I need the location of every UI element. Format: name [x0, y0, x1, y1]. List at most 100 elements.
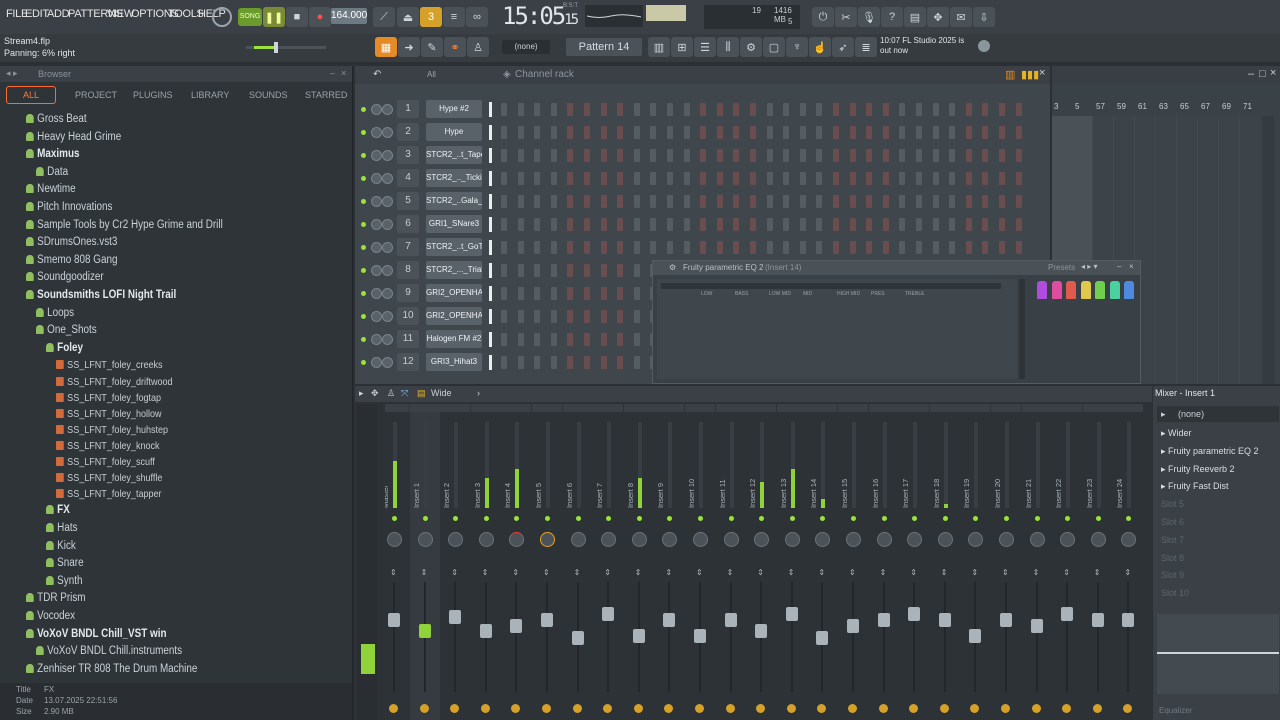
step-button[interactable] — [816, 241, 823, 254]
step-button[interactable] — [982, 241, 989, 254]
channel-number[interactable]: 5 — [397, 192, 419, 210]
step-button[interactable] — [882, 149, 889, 162]
step-button[interactable] — [816, 195, 823, 208]
step-button[interactable] — [633, 126, 640, 139]
strip-fader-track[interactable] — [1066, 582, 1069, 692]
mixer-strip[interactable]: Insert 7 ⇕ — [593, 404, 624, 720]
step-button[interactable] — [999, 218, 1005, 231]
step-button[interactable] — [882, 241, 889, 254]
channel-mute-led[interactable] — [361, 337, 366, 342]
step-button[interactable] — [849, 149, 856, 162]
step-button[interactable] — [999, 172, 1005, 185]
step-button[interactable] — [799, 195, 806, 208]
step-button[interactable] — [916, 218, 922, 231]
strip-pan-knob[interactable] — [509, 532, 525, 547]
browser-folder[interactable]: Pitch Innovations — [26, 201, 325, 218]
strip-fader-handle[interactable] — [1030, 619, 1043, 633]
channel-pan-knob[interactable] — [371, 242, 382, 253]
step-button[interactable] — [501, 103, 507, 116]
step-button[interactable] — [716, 126, 723, 139]
step-button[interactable] — [650, 241, 657, 254]
mixer-strip[interactable]: Insert 15 ⇕ — [838, 404, 868, 720]
stereo-icon[interactable]: ⇕ — [604, 568, 611, 577]
strip-send-knob[interactable] — [603, 704, 613, 713]
insert-input-select[interactable]: ▸ (none) — [1157, 406, 1279, 422]
eq-band-handle[interactable] — [1066, 281, 1076, 299]
strip-pan-knob[interactable] — [631, 532, 647, 547]
step-button[interactable] — [534, 264, 541, 277]
step-button[interactable] — [733, 126, 740, 139]
step-button[interactable] — [1015, 172, 1022, 185]
mixer-strip[interactable]: Insert 20 ⇕ — [991, 404, 1021, 720]
step-button[interactable] — [716, 195, 723, 208]
browser-folder[interactable]: Synth — [46, 575, 345, 592]
channel-name-button[interactable]: GRI2_OPENHAT2 — [426, 284, 482, 302]
channel-pan-knob[interactable] — [371, 196, 382, 207]
step-button[interactable] — [783, 195, 790, 208]
pattern-select[interactable]: (none) — [502, 40, 550, 54]
undo-icon[interactable]: ↶ — [373, 69, 381, 80]
step-button[interactable] — [866, 149, 873, 162]
strip-mute-led[interactable] — [667, 516, 673, 521]
step-button[interactable] — [949, 103, 956, 116]
effect-slot[interactable]: Slot 6 — [1161, 517, 1279, 533]
mixer-strip[interactable]: Insert 22 ⇕ — [1052, 404, 1083, 720]
strip-send-knob[interactable] — [909, 704, 919, 713]
browser-folder[interactable]: Maximus — [26, 148, 325, 165]
browser-folder[interactable]: Foley — [46, 342, 345, 359]
step-button[interactable] — [716, 103, 723, 116]
wait-icon[interactable]: ⏏ — [397, 7, 419, 27]
channel-number[interactable]: 7 — [397, 238, 419, 256]
channel-volume-knob[interactable] — [382, 196, 393, 207]
step-button[interactable] — [567, 310, 574, 323]
strip-pan-knob[interactable] — [876, 532, 892, 547]
eq-gear-icon[interactable]: ⚙ — [669, 263, 676, 272]
playlist-close-icon[interactable]: × — [1270, 67, 1276, 79]
effect-slot[interactable]: Slot 9 — [1161, 570, 1279, 586]
step-button[interactable] — [534, 149, 541, 162]
browser-folder[interactable]: Data — [36, 166, 335, 183]
browser-folder[interactable]: FX — [46, 504, 345, 521]
step-button[interactable] — [1015, 103, 1022, 116]
mixer-strip[interactable]: Insert 21 ⇕ — [1021, 404, 1052, 720]
strip-send-knob[interactable] — [572, 704, 582, 713]
channel-select-bar[interactable] — [489, 102, 492, 117]
step-button[interactable] — [899, 149, 906, 162]
channel-volume-knob[interactable] — [382, 173, 393, 184]
strip-mute-led[interactable] — [759, 516, 765, 521]
step-button[interactable] — [501, 287, 507, 300]
step-button[interactable] — [600, 333, 607, 346]
step-button[interactable] — [617, 103, 624, 116]
eq-band-handle[interactable] — [1095, 281, 1105, 299]
channel-name-button[interactable]: GRI1_SNare3 — [426, 215, 482, 233]
step-button[interactable] — [1015, 149, 1022, 162]
step-button[interactable] — [766, 241, 773, 254]
channel-pan-knob[interactable] — [371, 173, 382, 184]
step-button[interactable] — [916, 149, 922, 162]
step-button[interactable] — [783, 218, 790, 231]
channel-pan-knob[interactable] — [371, 265, 382, 276]
strip-fader-handle[interactable] — [1061, 607, 1074, 621]
step-button[interactable] — [899, 172, 906, 185]
strip-fader-handle[interactable] — [1000, 613, 1012, 627]
piano-roll-icon[interactable]: ⊞ — [671, 37, 693, 57]
step-button[interactable] — [999, 103, 1005, 116]
channel-number[interactable]: 10 — [397, 307, 419, 325]
step-button[interactable] — [667, 218, 673, 231]
channel-select-bar[interactable] — [489, 125, 492, 140]
strip-mute-led[interactable] — [698, 516, 703, 521]
channel-pan-knob[interactable] — [371, 288, 382, 299]
channel-pan-knob[interactable] — [371, 357, 382, 368]
step-button[interactable] — [916, 241, 922, 254]
eq-minimize-icon[interactable]: – — [1117, 262, 1121, 271]
step-button[interactable] — [766, 126, 773, 139]
strip-fader-handle[interactable] — [510, 619, 523, 633]
channel-select-bar[interactable] — [489, 309, 492, 324]
menu-edit[interactable]: EDIT — [25, 8, 49, 20]
channel-mute-led[interactable] — [361, 199, 366, 204]
step-button[interactable] — [1015, 195, 1022, 208]
minimize-icon[interactable]: – — [330, 68, 335, 78]
step-button[interactable] — [716, 241, 723, 254]
mixer-strip[interactable]: Insert 1 ⇕ — [409, 404, 440, 720]
step-button[interactable] — [982, 172, 989, 185]
